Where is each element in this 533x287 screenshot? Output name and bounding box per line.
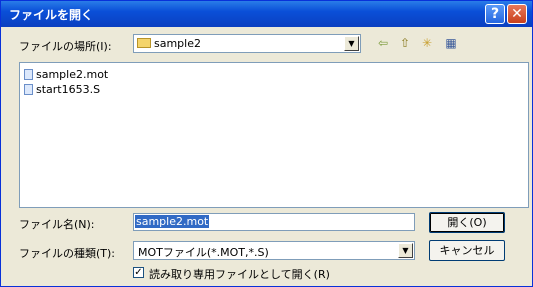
s-file-icon	[24, 84, 33, 95]
readonly-checkbox[interactable]: ✓	[133, 267, 144, 278]
open-button[interactable]: 開く(O)	[429, 212, 505, 233]
new-folder-icon: ✳	[421, 36, 433, 50]
readonly-label[interactable]: 読み取り専用ファイルとして開く(R)	[149, 266, 330, 282]
filename-value: sample2.mot	[135, 215, 210, 228]
location-combo[interactable]: sample2 ▼	[133, 34, 361, 53]
new-folder-button[interactable]: ✳	[418, 34, 436, 52]
folder-icon	[137, 38, 151, 48]
help-icon: ?	[490, 6, 500, 22]
open-file-dialog: ファイルを開く ? ✕ ファイルの場所(I): sample2 ▼ ⇦ ⇧ ✳ …	[0, 0, 533, 287]
location-value-wrap: sample2	[137, 37, 201, 50]
back-button[interactable]: ⇦	[374, 34, 392, 52]
view-menu-button[interactable]: ▦	[440, 34, 462, 52]
up-folder-icon: ⇧	[399, 36, 411, 50]
file-item-label: start1653.S	[36, 83, 101, 96]
location-dropdown-button[interactable]: ▼	[344, 36, 359, 51]
filetype-combo[interactable]: MOTファイル(*.MOT,*.S) ▼	[133, 241, 415, 260]
mot-file-icon	[24, 69, 33, 80]
close-button[interactable]: ✕	[507, 4, 527, 24]
check-icon: ✓	[134, 267, 143, 278]
filetype-label: ファイルの種類(T):	[19, 247, 116, 260]
file-item[interactable]: sample2.mot	[24, 68, 108, 82]
cancel-button-label: キャンセル	[439, 244, 495, 257]
file-list[interactable]: sample2.mot start1653.S	[19, 62, 529, 208]
up-folder-button[interactable]: ⇧	[396, 34, 414, 52]
file-item-label: sample2.mot	[36, 68, 109, 81]
help-button[interactable]: ?	[485, 4, 505, 24]
location-label: ファイルの場所(I):	[19, 40, 112, 53]
back-arrow-icon: ⇦	[377, 36, 389, 50]
filename-label: ファイル名(N):	[19, 218, 95, 231]
cancel-button[interactable]: キャンセル	[429, 240, 505, 261]
location-value: sample2	[154, 37, 201, 50]
filetype-dropdown-button[interactable]: ▼	[398, 243, 413, 258]
filetype-value: MOTファイル(*.MOT,*.S)	[138, 246, 269, 259]
filename-input[interactable]: sample2.mot	[133, 213, 415, 231]
file-item[interactable]: start1653.S	[24, 83, 100, 97]
view-menu-icon: ▦	[445, 36, 457, 50]
title-bar[interactable]: ファイルを開く ? ✕	[1, 1, 532, 27]
dialog-title: ファイルを開く	[9, 8, 94, 22]
open-button-label: 開く(O)	[447, 216, 487, 229]
close-icon: ✕	[511, 6, 523, 22]
